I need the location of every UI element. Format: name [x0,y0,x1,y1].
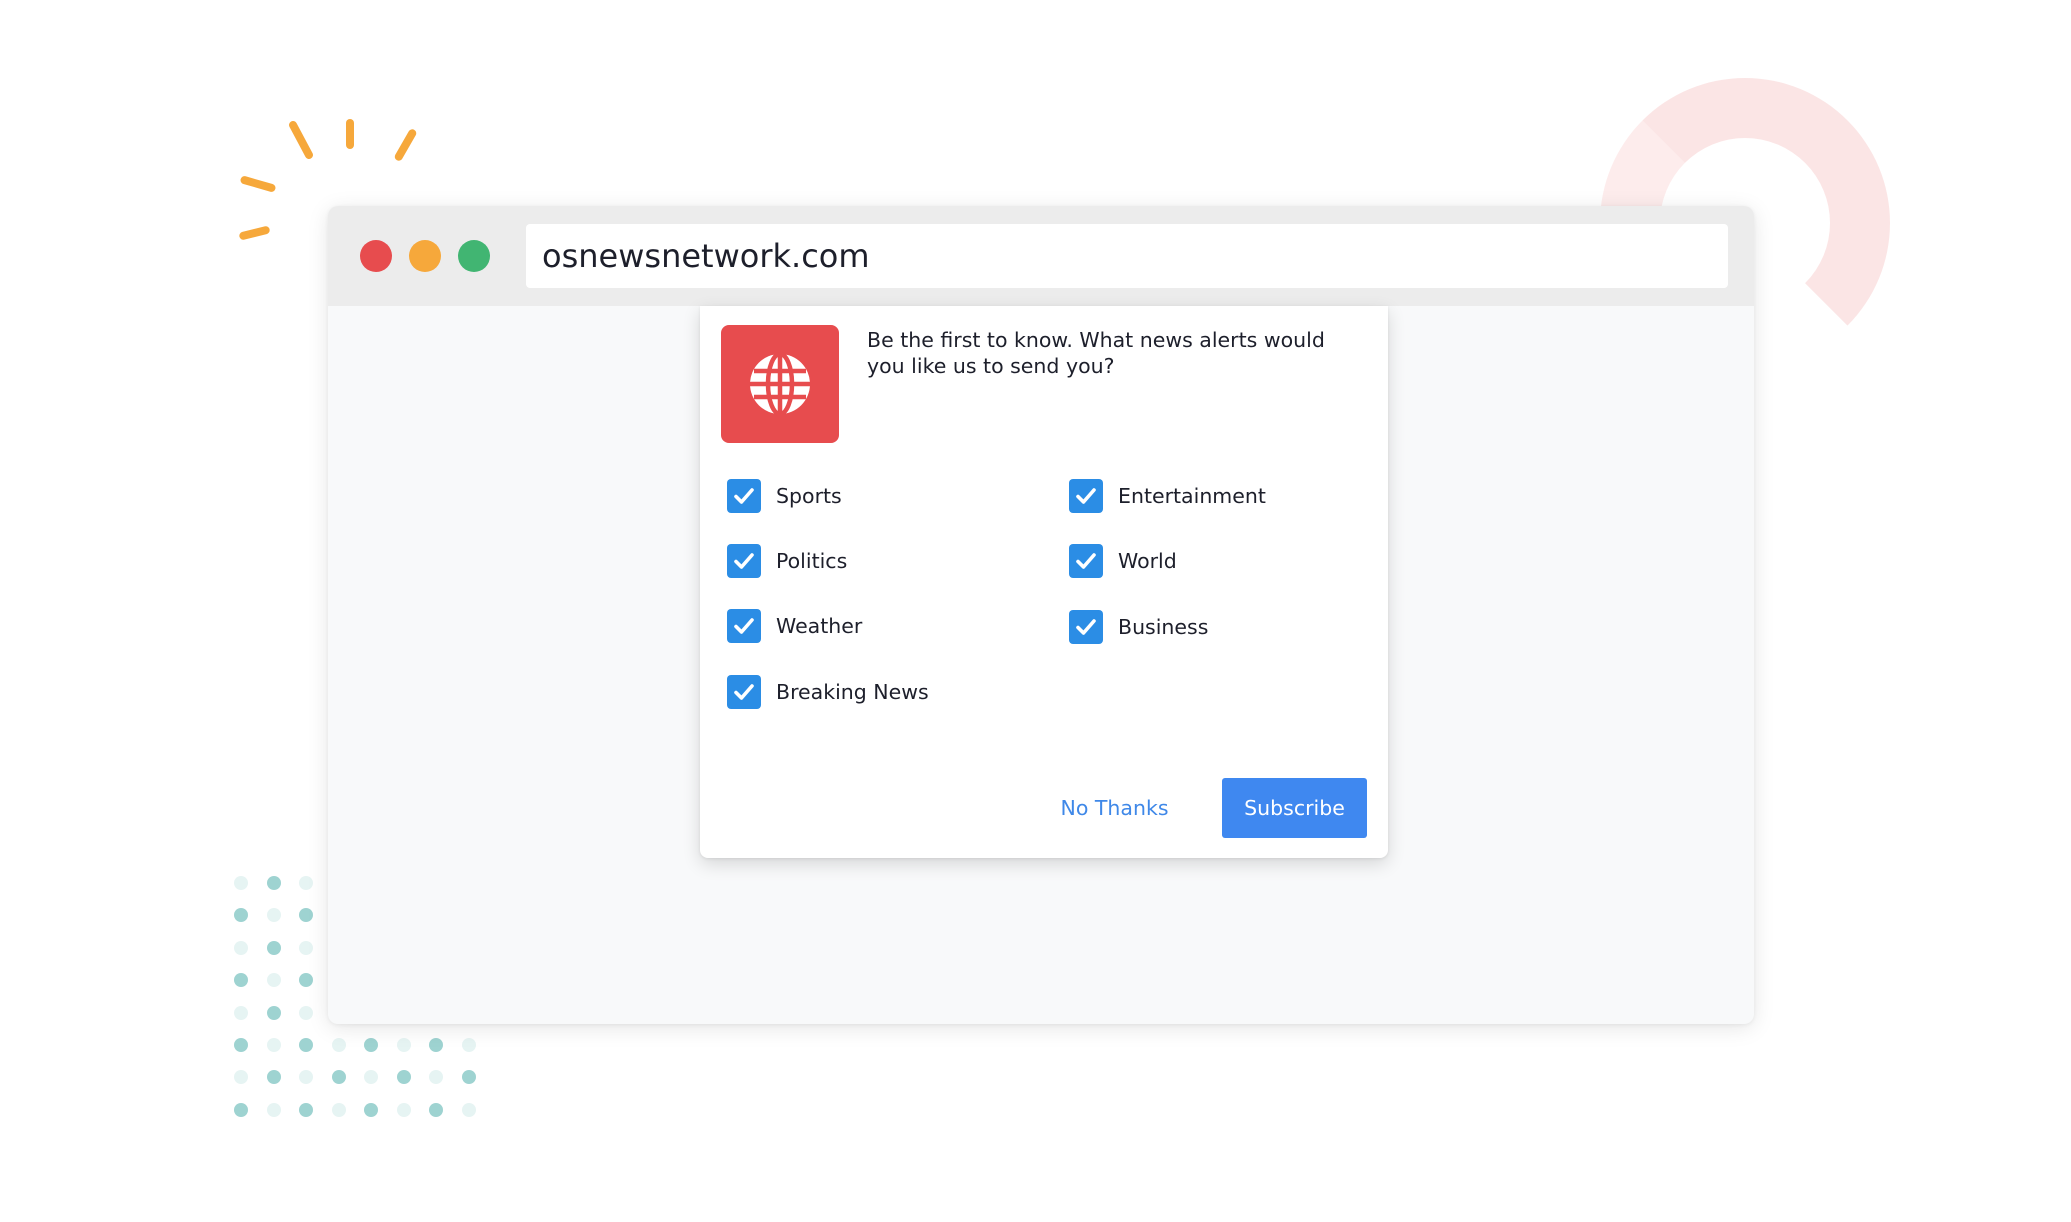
business-checkbox[interactable] [1069,610,1103,644]
option-label: Sports [776,484,842,508]
option-label: Breaking News [776,680,929,704]
checkmark-icon [734,488,754,504]
option-label: Weather [776,614,863,638]
option-world[interactable]: World [1069,544,1177,578]
sports-checkbox[interactable] [727,479,761,513]
option-label: Entertainment [1118,484,1266,508]
option-weather[interactable]: Weather [727,609,862,643]
minimize-window-button[interactable] [409,240,441,272]
address-bar-url: osnewsnetwork.com [542,237,870,275]
checkmark-icon [1076,619,1096,635]
no-thanks-button[interactable]: No Thanks [1052,778,1177,838]
maximize-window-button[interactable] [458,240,490,272]
option-breaking-news[interactable]: Breaking News [727,675,929,709]
option-label: Business [1118,615,1209,639]
address-bar[interactable]: osnewsnetwork.com [526,224,1728,288]
checkmark-icon [734,684,754,700]
close-window-button[interactable] [360,240,392,272]
option-entertainment[interactable]: Entertainment [1069,479,1266,513]
subscribe-button[interactable]: Subscribe [1222,778,1367,838]
checkmark-icon [734,618,754,634]
checkmark-icon [1076,488,1096,504]
politics-checkbox[interactable] [727,544,761,578]
site-logo [721,325,839,443]
option-sports[interactable]: Sports [727,479,842,513]
entertainment-checkbox[interactable] [1069,479,1103,513]
scene: osnewsnetwork.com Be the first to know. … [0,0,2071,1222]
news-alerts-dialog: Be the first to know. What news alerts w… [700,306,1388,858]
dialog-prompt: Be the first to know. What news alerts w… [867,328,1325,378]
option-label: World [1118,549,1177,573]
breaking-news-checkbox[interactable] [727,675,761,709]
option-politics[interactable]: Politics [727,544,847,578]
weather-checkbox[interactable] [727,609,761,643]
world-checkbox[interactable] [1069,544,1103,578]
checkmark-icon [734,553,754,569]
browser-titlebar: osnewsnetwork.com [328,206,1754,306]
checkmark-icon [1076,553,1096,569]
globe-icon [750,351,810,417]
option-business[interactable]: Business [1069,610,1208,644]
option-label: Politics [776,549,848,573]
